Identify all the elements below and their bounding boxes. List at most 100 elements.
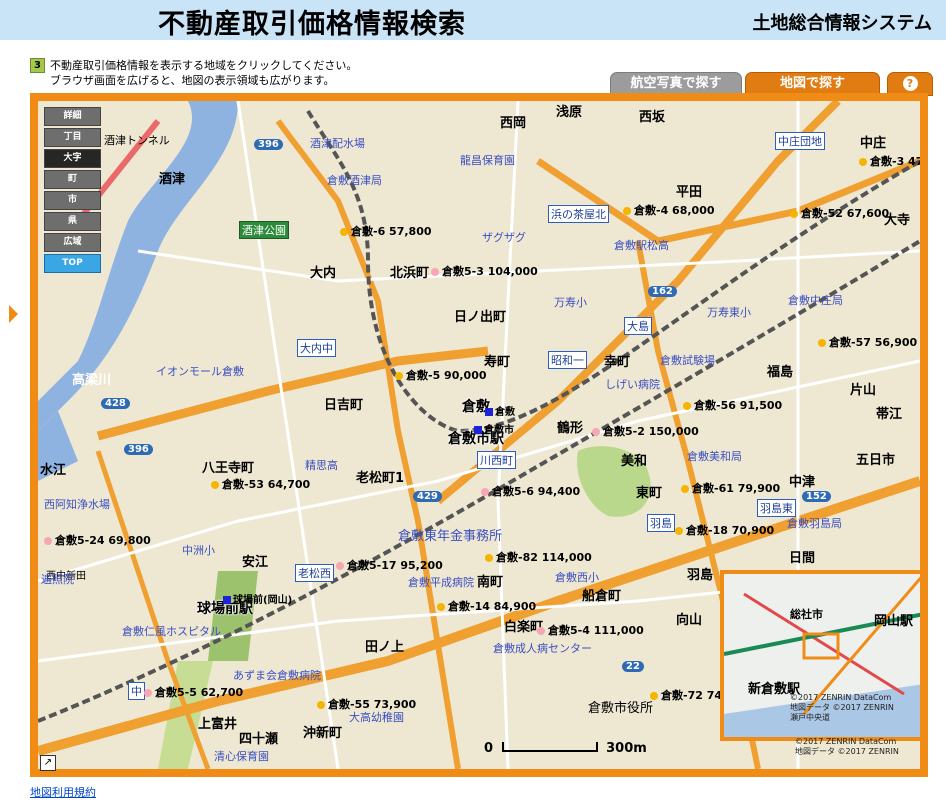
zoom-level-button-active[interactable]: 大字 [44,149,101,168]
district-label: 東町 [636,486,663,501]
marker-dot-icon [683,402,691,410]
price-marker[interactable]: 倉敷5-2 150,000 [592,423,699,439]
marker-dot-icon [44,537,52,545]
zoom-level-button[interactable]: 広域 [44,233,101,252]
place-label: 倉敷中庄局 [788,294,843,307]
price-marker[interactable]: 倉敷-4 68,000 [623,202,715,218]
route-shield: 22 [622,661,644,672]
price-marker[interactable]: 倉敷5-3 104,000 [431,263,538,279]
zoom-level-button[interactable]: 町 [44,170,101,189]
collapse-arrow-icon[interactable] [9,305,18,323]
tunnel-label: 酒津トンネル [104,134,170,147]
place-label: 酒津配水場 [310,137,365,150]
price-marker[interactable]: 倉敷-56 91,500 [683,397,782,413]
zoom-level-button[interactable]: 県 [44,212,101,231]
route-shield: 396 [254,139,283,150]
marker-dot-icon [431,268,439,276]
place-label: 倉敷美和局 [687,450,742,463]
district-label: 大内 [310,266,337,281]
district-label: 安江 [242,555,269,570]
marker-dot-icon [317,701,325,709]
marker-dot-icon [537,627,545,635]
zoom-level-button[interactable]: 丁目 [44,128,101,147]
price-marker[interactable]: 倉敷5-5 62,700 [144,684,243,700]
district-label: 片山 [850,383,877,398]
price-marker[interactable]: 倉敷-55 73,900 [317,696,416,712]
zoom-level-button[interactable]: 市 [44,191,101,210]
price-marker[interactable]: 倉敷-14 84,900 [437,598,536,614]
zoom-control: 詳細 丁目 大字 町 市 県 広域 TOP [44,107,101,275]
marker-dot-icon [336,562,344,570]
help-icon: ? [902,76,918,91]
station-marker[interactable]: 球場前(岡山) [223,591,292,606]
expand-map-icon[interactable]: ↗ [40,755,56,771]
district-label: 老松町1 [356,471,405,486]
zoom-top-button[interactable]: TOP [44,254,101,273]
district-label: 中津 [789,475,816,490]
district-label: 鶴形 [557,421,584,436]
route-shield: 429 [413,491,442,502]
map-copyright: ©2017 ZENRIN DataCom 地図データ ©2017 ZENRIN [795,737,899,756]
place-label: 倉敷成人病センター [493,642,592,655]
price-marker[interactable]: 倉敷-82 114,000 [485,549,592,565]
marker-dot-icon [592,428,600,436]
district-label: 日間 [789,551,816,566]
station-marker[interactable]: 倉敷市 [474,421,514,436]
price-marker[interactable]: 倉敷-61 79,900 [681,480,780,496]
road-sign: 浜の茶屋北 [548,205,609,223]
district-label: 西坂 [639,110,666,125]
place-label: ザグザグ [482,231,526,244]
instruction-text: 不動産取引価格情報を表示する地域をクリックしてください。 ブラウザ画面を広げると… [50,58,357,88]
district-label: 船倉町 [582,589,622,604]
zoom-level-button[interactable]: 詳細 [44,107,101,126]
place-label: 万寿東小 [707,306,751,319]
park-sign: 酒津公園 [239,221,289,239]
price-marker[interactable]: 倉敷5-4 111,000 [537,622,644,638]
district-label: 中庄 [860,136,887,151]
place-label: 倉敷東年金事務所 [398,529,503,544]
price-marker[interactable]: 倉敷-53 64,700 [211,476,310,492]
price-marker[interactable]: 倉敷5-6 94,400 [481,483,580,499]
district-label: 美和 [621,454,648,469]
road-sign: 中 [128,682,145,700]
road-sign: 昭和一 [548,351,587,369]
district-label: 向山 [676,613,703,628]
district-label: 福島 [767,365,794,380]
price-marker[interactable]: 倉敷-3 47, [859,153,920,169]
place-label: イオンモール倉敷 [156,365,244,378]
place-label: 清心保育園 [214,750,269,763]
price-marker[interactable]: 倉敷-5 90,000 [395,367,487,383]
price-marker[interactable]: 倉敷-57 56,900 [818,334,917,350]
marker-dot-icon [340,228,348,236]
map-canvas[interactable]: 西岡 酒津 大内 北浜町 日ノ出町 寿町 幸町 平田 中庄 大寺 片山 福島 帯… [38,101,920,769]
price-marker[interactable]: 倉敷-52 67,600 [790,205,889,221]
district-label: 浅原 [556,105,583,120]
district-label: 日ノ出町 [454,310,507,325]
district-label: 西岡 [500,116,527,131]
place-label: 倉敷試験場 [660,354,715,367]
overview-label: 総社市 [790,608,823,621]
station-square-icon [474,426,482,434]
place-label: 倉敷西小 [555,571,599,584]
map-terms-link[interactable]: 地図利用規約 [30,784,96,800]
price-marker[interactable]: 倉敷5-24 69,800 [44,532,151,548]
instruction-line-1: 不動産取引価格情報を表示する地域をクリックしてください。 [50,59,358,72]
district-label: 水江 [40,463,67,478]
scale-zero: 0 [484,741,494,756]
place-label: 龍昌保育園 [460,154,515,167]
place-label: しげい病院 [605,378,660,391]
marker-dot-icon [485,554,493,562]
price-marker[interactable]: 倉敷-6 57,800 [340,223,432,239]
place-label: 精思高 [305,459,338,472]
step-number-badge: 3 [30,58,45,73]
route-shield: 162 [648,286,677,297]
river-label: 高梁川 [72,373,112,388]
marker-dot-icon [790,210,798,218]
overview-copyright: ©2017 ZENRIN DataCom 地図データ ©2017 ZENRIN … [790,693,894,722]
station-marker[interactable]: 倉敷 [485,403,515,418]
price-marker[interactable]: 倉敷5-17 95,200 [336,557,443,573]
overview-map[interactable]: 総社市 岡山駅 新倉敷駅 ©2017 ZENRIN DataCom 地図データ … [720,570,920,741]
price-marker[interactable]: 倉敷-18 70,900 [675,522,774,538]
district-label: 寿町 [484,355,511,370]
route-shield: 428 [101,398,130,409]
